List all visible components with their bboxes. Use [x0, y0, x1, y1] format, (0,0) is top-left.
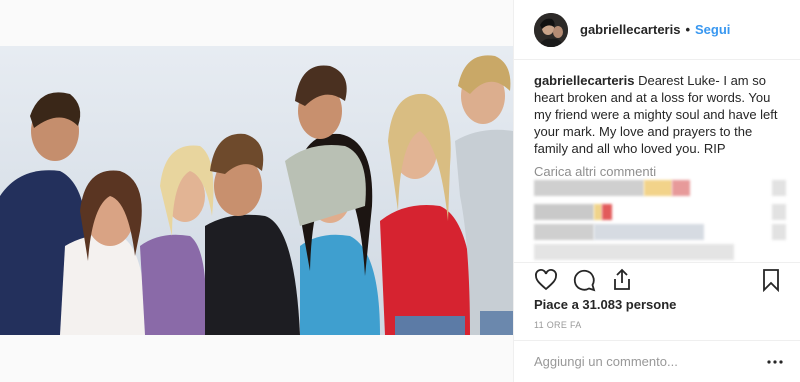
header-separator: • [685, 22, 691, 37]
more-options-icon[interactable] [765, 352, 785, 372]
load-more-comments-button[interactable]: Carica altri commenti [534, 164, 786, 179]
bookmark-icon[interactable] [759, 268, 783, 292]
blurred-comment [534, 224, 786, 240]
add-comment-bar [514, 340, 800, 382]
avatar-image [534, 12, 568, 47]
blurred-comment [534, 180, 786, 196]
comment-icon[interactable] [572, 268, 596, 292]
post-photo[interactable] [0, 46, 513, 335]
follow-button[interactable]: Segui [695, 22, 730, 37]
post-timestamp: 11 ORE FA [534, 320, 582, 330]
blurred-comment [534, 244, 786, 260]
avatar[interactable] [534, 12, 568, 47]
media-area [0, 0, 513, 382]
post-username[interactable]: gabriellecarteris [580, 22, 680, 37]
caption-username[interactable]: gabriellecarteris [534, 73, 634, 88]
comments-section: gabriellecarteris Dearest Luke- I am so … [534, 72, 786, 179]
post-caption: gabriellecarteris Dearest Luke- I am so … [534, 72, 786, 157]
action-bar [514, 262, 800, 296]
comment-input[interactable] [534, 354, 765, 369]
share-icon[interactable] [610, 268, 634, 292]
post-panel: gabriellecarteris • Segui gabriellecarte… [513, 0, 800, 382]
post-photo-image [0, 46, 513, 335]
post-header: gabriellecarteris • Segui [514, 0, 800, 60]
blurred-comment [534, 204, 786, 220]
heart-icon[interactable] [534, 268, 558, 292]
likes-count[interactable]: Piace a 31.083 persone [534, 297, 676, 312]
